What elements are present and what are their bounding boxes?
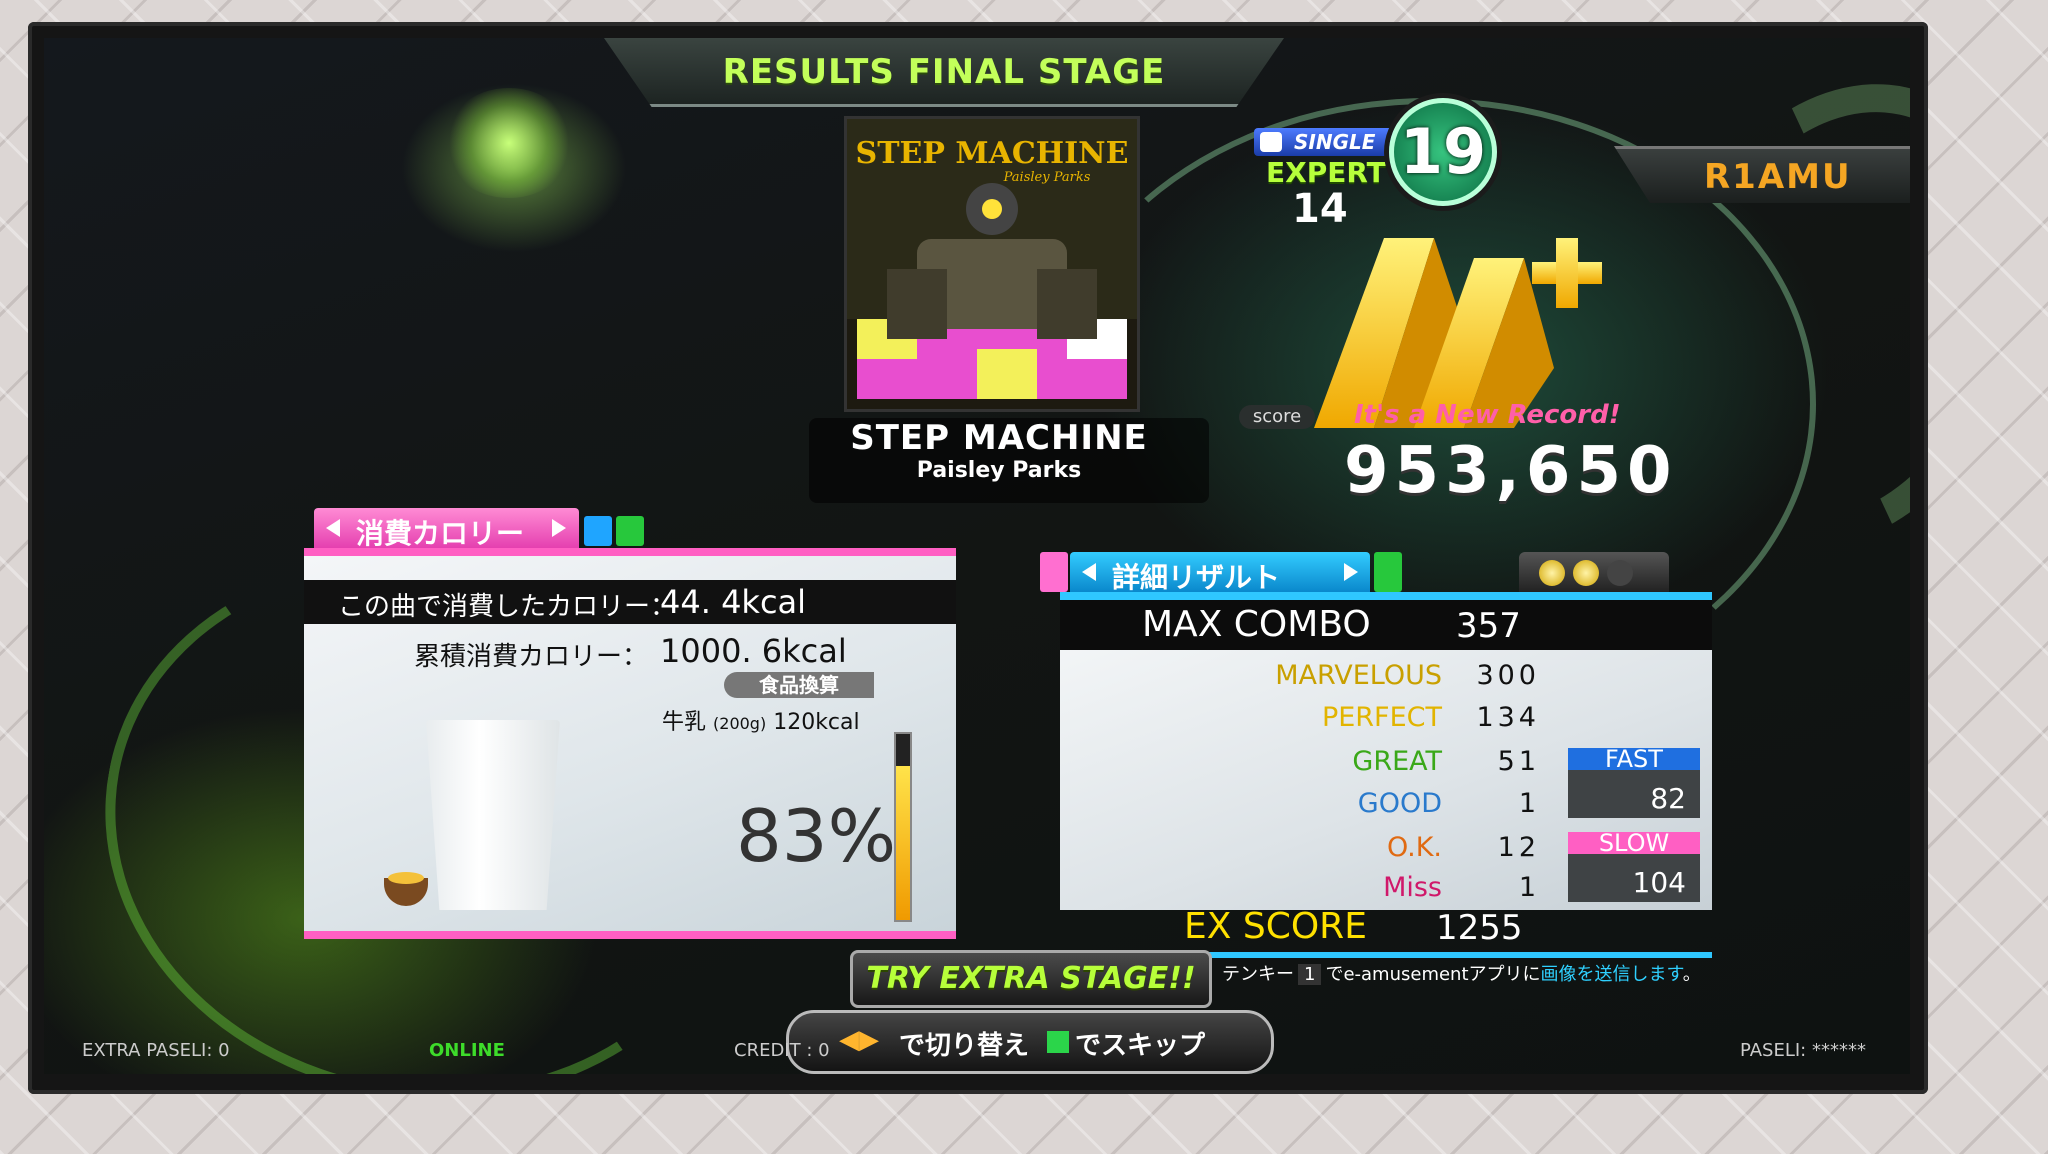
result-panel: MAX COMBO 357 MARVELOUS 300 PERFECT 134 …: [1060, 592, 1712, 910]
bowl-icon: [384, 872, 428, 906]
skip-label: でスキップ: [1075, 1031, 1206, 1061]
judge-label: GREAT: [1352, 746, 1442, 777]
judge-label: MARVELOUS: [1275, 660, 1442, 691]
player-name: R1AMU: [1704, 157, 1852, 197]
song-title: STEP MACHINE: [850, 418, 1148, 458]
total-calorie-row: 累積消費カロリー： 1000. 6kcal: [304, 626, 956, 672]
food-gauge-fill: [896, 765, 910, 920]
song-artist: Paisley Parks: [916, 458, 1082, 483]
food-gauge: [894, 732, 912, 922]
tab-left-arrow-icon: [326, 519, 340, 537]
navigation-hint: ◀▶ で切り替え でスキップ: [786, 1010, 1274, 1074]
judge-value: 51: [1497, 746, 1540, 777]
left-right-arrows-icon: ◀▶: [839, 1025, 879, 1055]
fast-label: FAST: [1568, 747, 1700, 771]
food-conversion-badge: 食品換算: [724, 672, 874, 698]
max-combo-label: MAX COMBO: [1142, 604, 1371, 645]
style-label: SINGLE: [1294, 130, 1376, 154]
fast-box: FAST 82: [1568, 747, 1700, 818]
judge-label: PERFECT: [1321, 702, 1442, 733]
tab-right-arrow-icon: [552, 519, 566, 537]
online-status: ONLINE: [429, 1040, 505, 1061]
empty-medal-icon: [1607, 560, 1633, 586]
jacket-title: STEP MACHINE: [856, 136, 1129, 171]
page-green-indicator: [1374, 552, 1402, 592]
tab-left-arrow-icon: [1082, 563, 1096, 581]
style-badge: SINGLE: [1254, 128, 1394, 156]
judge-value: 12: [1497, 832, 1540, 863]
song-jacket: STEP MACHINE Paisley Parks: [844, 116, 1140, 412]
stage-header: RESULTS FINAL STAGE: [604, 38, 1284, 107]
slow-label: SLOW: [1568, 831, 1700, 855]
food-kcal: 120kcal: [773, 710, 860, 735]
green-button-icon: [1047, 1031, 1069, 1053]
song-info: STEP MACHINE Paisley Parks: [784, 418, 1214, 483]
level-badge: 19: [1389, 98, 1497, 206]
detail-tab-label: 詳細リザルト: [1112, 561, 1281, 594]
slow-box: SLOW 104: [1568, 831, 1700, 902]
paseli-balance: PASELI: ******: [1740, 1040, 1866, 1061]
light-glow: [444, 88, 574, 198]
score-value: 953,650: [1344, 434, 1678, 508]
page-blue-indicator: [584, 516, 612, 546]
ex-score-value: 1255: [1436, 908, 1523, 948]
tab-right-arrow-icon: [1344, 563, 1358, 581]
tenkey-suffix: 。: [1682, 964, 1701, 985]
judge-label: GOOD: [1357, 788, 1442, 819]
max-combo-row: MAX COMBO 357: [1060, 600, 1712, 650]
medal-box: [1519, 552, 1669, 592]
judge-value: 300: [1476, 660, 1540, 691]
jacket-artist: Paisley Parks: [1003, 170, 1091, 185]
song-calorie-row: この曲で消費したカロリー： 44. 4kcal: [304, 580, 956, 624]
calorie-panel: この曲で消費したカロリー： 44. 4kcal 累積消費カロリー： 1000. …: [304, 548, 956, 939]
difficulty-label: EXPERT: [1266, 156, 1386, 189]
page-green-indicator: [616, 516, 644, 546]
new-record-text: It's a New Record!: [1354, 400, 1621, 430]
extra-paseli: EXTRA PASELI: 0: [82, 1040, 230, 1061]
judge-label: O.K.: [1386, 832, 1442, 863]
calorie-tab-label: 消費カロリー: [356, 517, 525, 550]
player-plate: R1AMU: [1614, 146, 1910, 203]
tenkey-hint: テンキー 1 でe-amusementアプリに画像を送信します。: [1222, 960, 1701, 986]
total-calorie-value: 1000. 6kcal: [660, 632, 847, 670]
judge-value: 1: [1518, 788, 1540, 819]
ex-score-label: EX SCORE: [1184, 906, 1367, 947]
tenkey-key: 1: [1298, 964, 1322, 985]
food-line: 牛乳 (200g) 120kcal: [662, 704, 860, 736]
game-screen: RESULTS FINAL STAGE STEP MACHINE Paisley…: [44, 38, 1910, 1074]
extra-stage-label: TRY EXTRA STAGE!!: [866, 961, 1196, 996]
food-percent: 83%: [736, 794, 897, 878]
song-calorie-value: 44. 4kcal: [660, 583, 807, 621]
song-calorie-label: この曲で消費したカロリー：: [338, 592, 677, 622]
judge-label: Miss: [1383, 872, 1442, 903]
slow-value: 104: [1632, 866, 1686, 899]
extra-stage-button[interactable]: TRY EXTRA STAGE!!: [850, 950, 1212, 1008]
score-label: score: [1239, 405, 1315, 429]
food-amount: (200g): [713, 714, 767, 733]
gold-medal-icon: [1573, 560, 1599, 586]
fast-value: 82: [1650, 782, 1686, 815]
judge-value: 134: [1476, 702, 1540, 733]
jacket-art: STEP MACHINE Paisley Parks: [847, 119, 1137, 409]
detail-result-tab[interactable]: 詳細リザルト: [1070, 552, 1370, 594]
total-calorie-label: 累積消費カロリー：: [414, 642, 649, 672]
stage-title: RESULTS FINAL STAGE: [722, 52, 1166, 92]
tenkey-prefix: テンキー: [1222, 964, 1294, 985]
max-combo-value: 357: [1456, 606, 1521, 646]
page-pink-indicator: [1040, 552, 1068, 592]
dance-pad-icon: [1260, 132, 1282, 152]
gold-medal-icon: [1539, 560, 1565, 586]
credit-count: CREDIT : 0: [734, 1040, 830, 1061]
milk-glass-icon: [426, 720, 560, 910]
judge-value: 1: [1518, 872, 1540, 903]
tenkey-highlight: 画像を送信します: [1540, 964, 1683, 985]
switch-label: で切り替え: [899, 1031, 1030, 1061]
tenkey-mid: でe-amusementアプリに: [1325, 964, 1541, 985]
calorie-tab[interactable]: 消費カロリー: [314, 508, 579, 550]
food-name: 牛乳: [662, 710, 707, 735]
